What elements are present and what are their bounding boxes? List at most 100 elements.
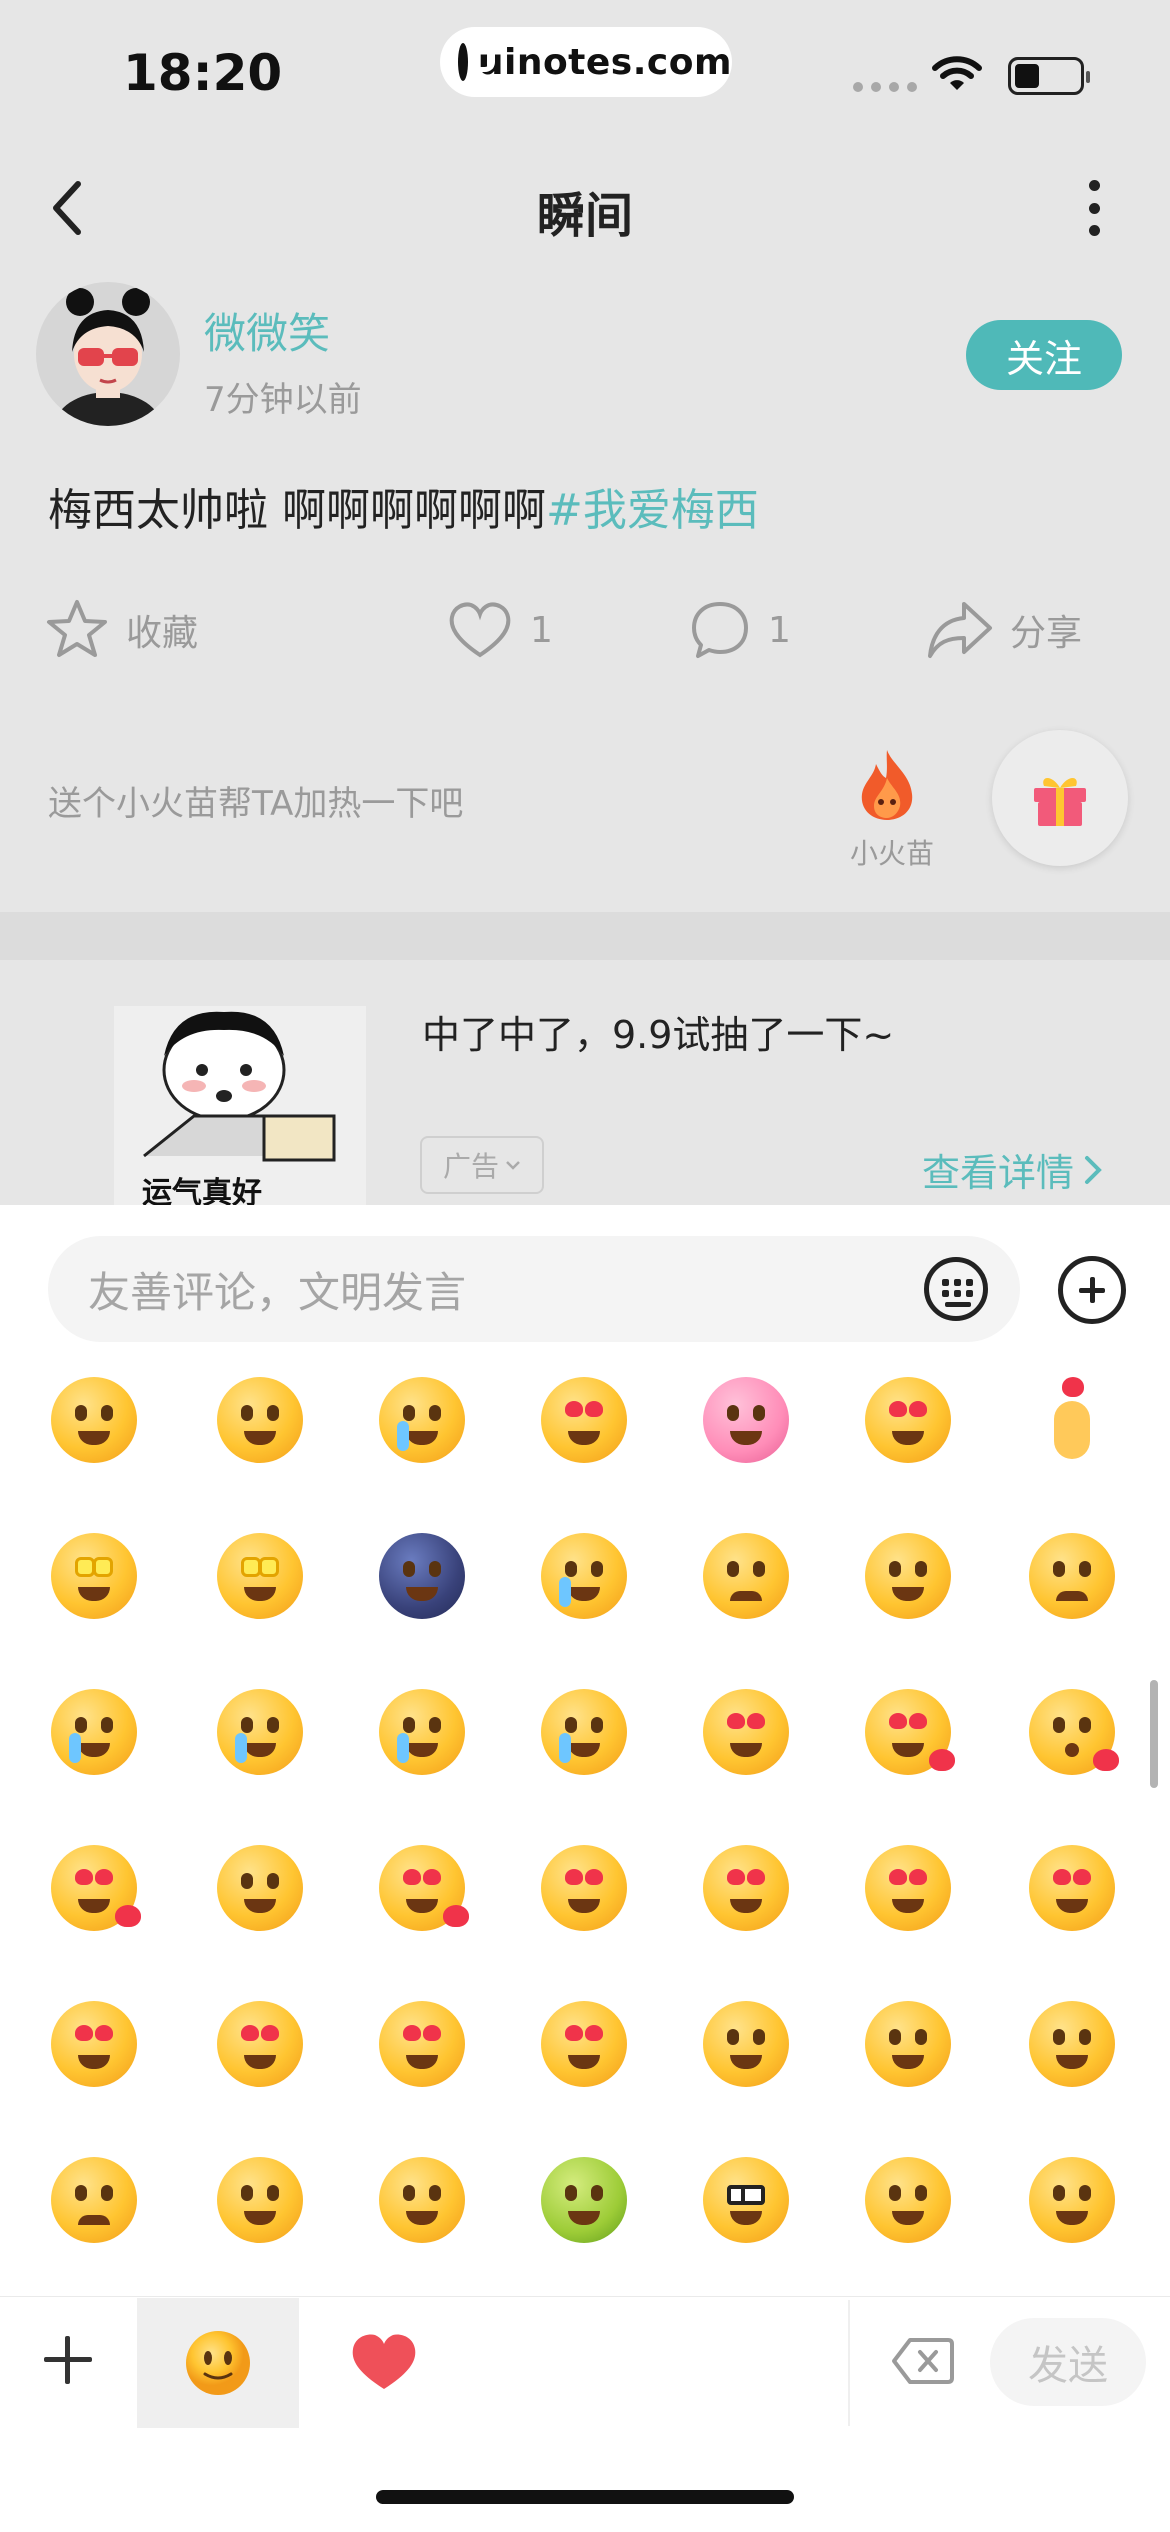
fire-icon[interactable] <box>856 748 918 822</box>
star-icon <box>47 600 107 657</box>
emoji-rolling-laughing-icon[interactable] <box>46 1372 142 1468</box>
send-button[interactable]: 发送 <box>990 2318 1146 2406</box>
share-label: 分享 <box>1010 613 1083 654</box>
emoji-tear-smile-icon[interactable] <box>536 1528 632 1624</box>
comment-placeholder: 友善评论，文明发言 <box>88 1267 467 1317</box>
ad-link-label: 查看详情 <box>922 1151 1075 1195</box>
emoji-eye-roll-tongue-icon[interactable] <box>374 2152 470 2248</box>
emoji-curious-question-icon[interactable] <box>1024 1996 1120 2092</box>
gift-button[interactable] <box>992 730 1128 866</box>
emoji-heart-eyes-tongue-icon[interactable] <box>536 1996 632 2092</box>
avatar[interactable] <box>36 282 180 426</box>
ad-badge-label: 广告 <box>442 1150 499 1183</box>
emoji-pleading-tear-icon[interactable] <box>46 1684 142 1780</box>
emoji-heart-eyes-icon[interactable] <box>860 1840 956 1936</box>
follow-button[interactable]: 关注 <box>966 320 1122 390</box>
uinotes-logo-icon <box>458 43 495 81</box>
add-sticker-icon[interactable] <box>44 2336 92 2384</box>
emoji-heart-eyes-shocked-icon[interactable] <box>46 1996 142 2092</box>
heart-outline-icon <box>449 602 511 658</box>
battery-icon <box>1008 57 1090 95</box>
post-body: 梅西太帅啦 啊啊啊啊啊啊 <box>48 485 546 536</box>
url-pill: uinotes.com <box>440 27 732 97</box>
emoji-hearts-around-face-icon[interactable] <box>698 1840 794 1936</box>
emoji-purple-heart-eyes-crying-icon[interactable] <box>698 1684 794 1780</box>
keyboard-toggle-icon[interactable] <box>924 1257 988 1321</box>
emoji-smug-squint-icon[interactable] <box>860 1528 956 1624</box>
emoji-smiling-face-hearts-icon[interactable] <box>536 1840 632 1936</box>
comment-button[interactable]: 1 <box>688 592 791 668</box>
emoji-heart-eyes-grin-icon[interactable] <box>212 1996 308 2092</box>
hashtag-link[interactable]: #我爱梅西 <box>546 485 759 536</box>
username[interactable]: 微微笑 <box>204 300 330 361</box>
emoji-pink-heart-eyes-icon[interactable] <box>698 1372 794 1468</box>
collect-label: 收藏 <box>126 613 199 654</box>
toolbar-separator <box>848 2300 850 2426</box>
url-text: uinotes.com <box>477 41 732 83</box>
emoji-confused-question-icon[interactable] <box>860 1996 956 2092</box>
ad-image[interactable]: 运气真好 <box>114 1006 366 1205</box>
emoji-sobbing-wide-eyes-icon[interactable] <box>212 1684 308 1780</box>
emoji-sunglasses-thumb-icon[interactable] <box>860 2152 956 2248</box>
comment-bubble-icon <box>692 602 748 658</box>
emoji-cool-dark-face-icon[interactable] <box>374 1528 470 1624</box>
emoji-star-struck-icon[interactable] <box>46 1528 142 1624</box>
chevron-down-icon <box>506 1161 520 1170</box>
emoji-screaming-fear-icon[interactable] <box>212 2152 308 2248</box>
comment-count: 1 <box>768 609 791 651</box>
emoji-smiling-hearts-icon[interactable] <box>374 1840 470 1936</box>
ad-image-caption: 运气真好 <box>142 1176 262 1205</box>
emoji-grid <box>0 1372 1140 2243</box>
heat-prompt: 送个小火苗帮TA加热一下吧 <box>48 784 464 824</box>
home-indicator <box>376 2490 794 2504</box>
emoji-kissing-heart-icon[interactable] <box>536 1372 632 1468</box>
section-divider <box>0 912 1170 960</box>
smiley-icon <box>186 2331 250 2395</box>
emoji-thinking-rose-icon[interactable] <box>698 1996 794 2092</box>
gift-icon <box>1034 778 1086 826</box>
cellular-signal-icon <box>853 82 917 92</box>
status-time: 18:20 <box>123 44 283 102</box>
ad-badge[interactable]: 广告 <box>420 1136 544 1194</box>
post-area-dimmed: 18:20 uinotes.com 瞬间 微微笑 7分钟以前 关注 梅西太帅啦 … <box>0 0 1170 1205</box>
emoji-sad-sweat-icon[interactable] <box>698 1528 794 1624</box>
emoji-nerd-glasses-icon[interactable] <box>698 2152 794 2248</box>
ad-details-link[interactable]: 查看详情 <box>922 1142 1102 1197</box>
tab-emoji[interactable] <box>137 2298 299 2428</box>
share-arrow-icon <box>928 602 992 658</box>
post-text: 梅西太帅啦 啊啊啊啊啊啊#我爱梅西 <box>48 474 759 538</box>
emoji-determined-crying-icon[interactable] <box>374 1684 470 1780</box>
emoji-loudly-crying-icon[interactable] <box>536 1684 632 1780</box>
fire-label: 小火苗 <box>850 837 935 870</box>
ad-title[interactable]: 中了中了，9.9试抽了一下~ <box>422 1004 894 1059</box>
more-options-icon[interactable] <box>1086 180 1102 236</box>
emoji-annoyed-question-icon[interactable] <box>46 2152 142 2248</box>
like-count: 1 <box>530 609 553 651</box>
emoji-vomiting-icon[interactable] <box>536 2152 632 2248</box>
tab-favorites[interactable] <box>342 2320 426 2404</box>
backspace-icon[interactable] <box>890 2336 954 2386</box>
add-attachment-icon[interactable] <box>1058 1256 1126 1324</box>
emoji-heart-eyes-frown-icon[interactable] <box>1024 1840 1120 1936</box>
emoji-heart-eyes-crying-icon[interactable] <box>860 1372 956 1468</box>
emoji-facepalm-crying-icon[interactable] <box>374 1372 470 1468</box>
emoji-flower-grimace-icon[interactable] <box>1024 2152 1120 2248</box>
emoji-watermelon-eating-icon[interactable] <box>212 1372 308 1468</box>
emoji-wink-heart-icon[interactable] <box>860 1684 956 1780</box>
heart-icon <box>352 2334 416 2389</box>
collect-button[interactable]: 收藏 <box>44 592 198 668</box>
emoji-hugging-heart-icon[interactable] <box>46 1840 142 1936</box>
emoji-finger-heart-icon[interactable] <box>1024 1372 1120 1468</box>
like-button[interactable]: 1 <box>446 592 553 668</box>
emoji-blowing-kiss-icon[interactable] <box>1024 1684 1120 1780</box>
emoji-pleading-icon[interactable] <box>1024 1528 1120 1624</box>
comment-input[interactable]: 友善评论，文明发言 <box>48 1236 1020 1342</box>
post-time: 7分钟以前 <box>204 380 362 420</box>
wifi-icon <box>932 56 982 90</box>
emoji-scrollbar[interactable] <box>1150 1680 1158 1788</box>
emoji-blushing-cover-mouth-icon[interactable] <box>212 1840 308 1936</box>
page-title: 瞬间 <box>536 188 633 244</box>
share-button[interactable]: 分享 <box>926 592 1082 668</box>
emoji-heart-eyes-tears-icon[interactable] <box>374 1996 470 2092</box>
emoji-star-struck-shocked-icon[interactable] <box>212 1528 308 1624</box>
